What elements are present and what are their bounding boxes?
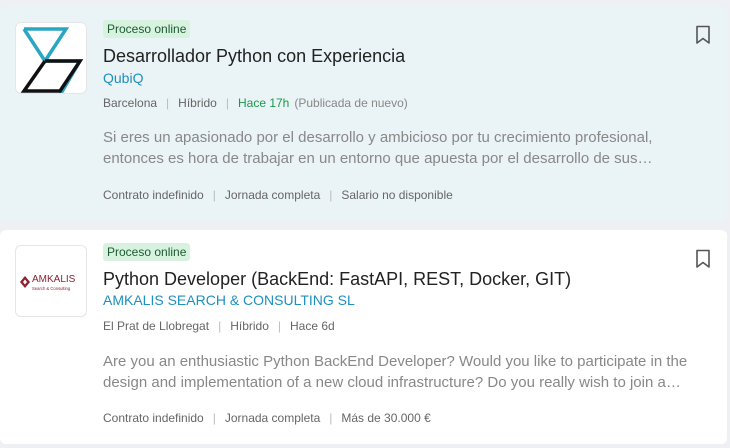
separator: |	[225, 96, 229, 110]
amkalis-logo-name: AMKALIS	[32, 274, 76, 285]
work-schedule: Jornada completa	[224, 411, 321, 425]
separator: |	[218, 319, 222, 333]
qubiq-logo	[20, 27, 84, 93]
separator: |	[212, 188, 216, 202]
salary: Más de 30.000 €	[341, 411, 431, 425]
job-description: Si eres un apasionado por el desarrollo …	[103, 129, 653, 167]
amkalis-logo: AMKALIS Search & Consulting	[20, 274, 76, 291]
contract-type: Contrato indefinido	[103, 411, 204, 425]
job-modality: Híbrido	[230, 319, 269, 333]
bookmark-icon[interactable]	[695, 25, 711, 45]
separator: |	[329, 188, 333, 202]
company-link[interactable]: AMKALIS SEARCH & CONSULTING SL	[103, 292, 355, 308]
job-offer-card[interactable]: Proceso online Desarrollador Python con …	[0, 6, 727, 222]
job-meta: El Prat de Llobregat | Híbrido | Hace 6d	[103, 319, 335, 333]
posted-time: Hace 6d	[290, 319, 335, 333]
bookmark-icon[interactable]	[695, 249, 711, 269]
separator: |	[212, 411, 216, 425]
job-conditions: Contrato indefinido | Jornada completa |…	[103, 411, 431, 425]
company-logo[interactable]: AMKALIS Search & Consulting	[15, 245, 87, 317]
salary: Salario no disponible	[341, 188, 453, 202]
republished-note: (Publicada de nuevo)	[294, 96, 408, 110]
job-meta: Barcelona | Híbrido | Hace 17h (Publicad…	[103, 96, 408, 110]
job-offer-card[interactable]: AMKALIS Search & Consulting Proceso onli…	[0, 230, 727, 444]
job-location: El Prat de Llobregat	[103, 319, 210, 333]
job-title[interactable]: Python Developer (BackEnd: FastAPI, REST…	[103, 269, 571, 290]
company-link[interactable]: QubiQ	[103, 70, 143, 86]
online-process-badge: Proceso online	[103, 243, 191, 261]
job-modality: Híbrido	[178, 96, 217, 110]
job-title[interactable]: Desarrollador Python con Experiencia	[103, 46, 405, 67]
separator: |	[166, 96, 170, 110]
posted-time: Hace 17h	[237, 96, 290, 110]
job-description: Are you an enthusiastic Python BackEnd D…	[103, 353, 688, 391]
job-conditions: Contrato indefinido | Jornada completa |…	[103, 188, 453, 202]
separator: |	[329, 411, 333, 425]
company-logo[interactable]	[15, 22, 87, 94]
separator: |	[277, 319, 282, 333]
contract-type: Contrato indefinido	[103, 188, 204, 202]
amkalis-logo-tagline: Search & Consulting	[32, 286, 71, 291]
online-process-badge: Proceso online	[103, 20, 191, 38]
job-location: Barcelona	[103, 96, 158, 110]
work-schedule: Jornada completa	[224, 188, 321, 202]
